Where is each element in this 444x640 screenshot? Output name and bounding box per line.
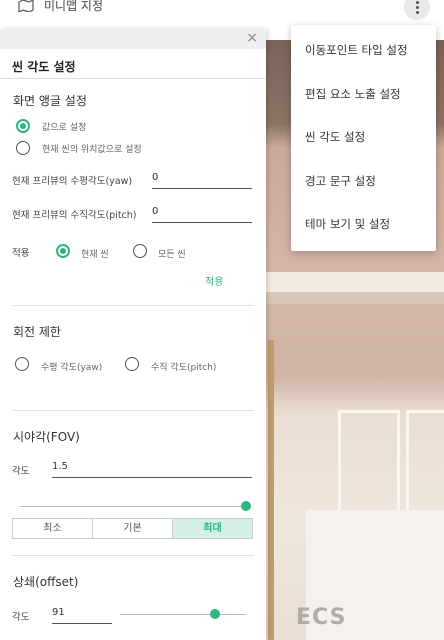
section-title-screen-angle: 화면 앵글 설정 (13, 94, 87, 108)
fov-slider-handle[interactable] (241, 501, 251, 511)
scene-brand-text: ECS (296, 605, 347, 630)
scene-molding-shadow (266, 292, 444, 304)
radio-current-scene[interactable] (56, 244, 70, 258)
radio-label-set-by-value: 값으로 설정 (42, 123, 87, 133)
offset-angle-label: 각도 (12, 612, 30, 623)
radio-set-by-current[interactable] (16, 141, 30, 155)
menu-item-theme[interactable]: 테마 보기 및 설정 (305, 216, 390, 232)
radio-all-scenes[interactable] (133, 244, 147, 258)
menu-item-waypoint-type[interactable]: 이동포인트 타입 설정 (305, 42, 408, 58)
offset-slider-handle[interactable] (209, 609, 220, 619)
menu-item-warning-text[interactable]: 경고 문구 설정 (305, 173, 376, 189)
radio-label-rotation-pitch: 수직 각도(pitch) (151, 363, 217, 373)
divider (0, 78, 266, 79)
offset-angle-input[interactable]: 91 (52, 607, 112, 624)
apply-scope-label: 적용 (12, 248, 30, 259)
divider (12, 555, 254, 556)
fov-slider-track[interactable] (20, 506, 246, 507)
yaw-label: 현재 프리뷰의 수평각도(yaw) (12, 176, 133, 187)
apply-button[interactable]: 적용 (205, 273, 223, 288)
kebab-icon (415, 0, 419, 15)
scene-molding (266, 272, 444, 294)
close-icon[interactable]: × (246, 31, 258, 45)
top-bar: 미니맵 지정 (0, 0, 444, 27)
divider (12, 410, 254, 411)
minimap-label[interactable]: 미니맵 지정 (44, 0, 103, 14)
menu-item-scene-angle[interactable]: 씬 각도 설정 (305, 129, 365, 145)
section-title-fov: 시야각(FOV) (13, 430, 80, 444)
radio-rotation-yaw[interactable] (15, 357, 29, 371)
divider (12, 305, 254, 306)
yaw-input[interactable]: 0 (152, 172, 252, 189)
scene-easel (268, 340, 274, 640)
fov-angle-input[interactable]: 1.5 (52, 461, 252, 478)
radio-label-all-scenes: 모든 씬 (158, 250, 186, 260)
fov-preset-selector: 최소 기본 최대 (12, 518, 253, 539)
offset-slider-track[interactable] (120, 614, 246, 615)
pitch-label: 현재 프리뷰의 수직각도(pitch) (12, 210, 137, 221)
section-title-offset: 상쇄(offset) (13, 575, 79, 589)
panel-header: × (0, 29, 266, 49)
pitch-input[interactable]: 0 (152, 206, 252, 223)
more-menu-button[interactable] (404, 0, 430, 20)
settings-menu: 이동포인트 타입 설정 편집 요소 노출 설정 씬 각도 설정 경고 문구 설정… (291, 25, 436, 251)
fov-preset-max[interactable]: 최대 (173, 519, 252, 538)
radio-set-by-value[interactable] (16, 119, 30, 133)
scene-angle-panel: × 씬 각도 설정 화면 앵글 설정 값으로 설정 현재 씬의 위치값으로 설정… (0, 29, 266, 640)
section-title-rotation: 회전 제한 (13, 325, 61, 339)
map-icon (18, 0, 34, 12)
radio-label-rotation-yaw: 수평 각도(yaw) (41, 363, 103, 373)
radio-label-set-by-current: 현재 씬의 위치값으로 설정 (42, 145, 142, 155)
fov-angle-label: 각도 (12, 466, 30, 477)
menu-item-edit-visibility[interactable]: 편집 요소 노출 설정 (305, 86, 401, 102)
panel-title: 씬 각도 설정 (12, 60, 76, 74)
radio-rotation-pitch[interactable] (125, 357, 139, 371)
fov-preset-min[interactable]: 최소 (13, 519, 93, 538)
radio-label-current-scene: 현재 씬 (81, 250, 109, 260)
fov-preset-default[interactable]: 기본 (93, 519, 173, 538)
